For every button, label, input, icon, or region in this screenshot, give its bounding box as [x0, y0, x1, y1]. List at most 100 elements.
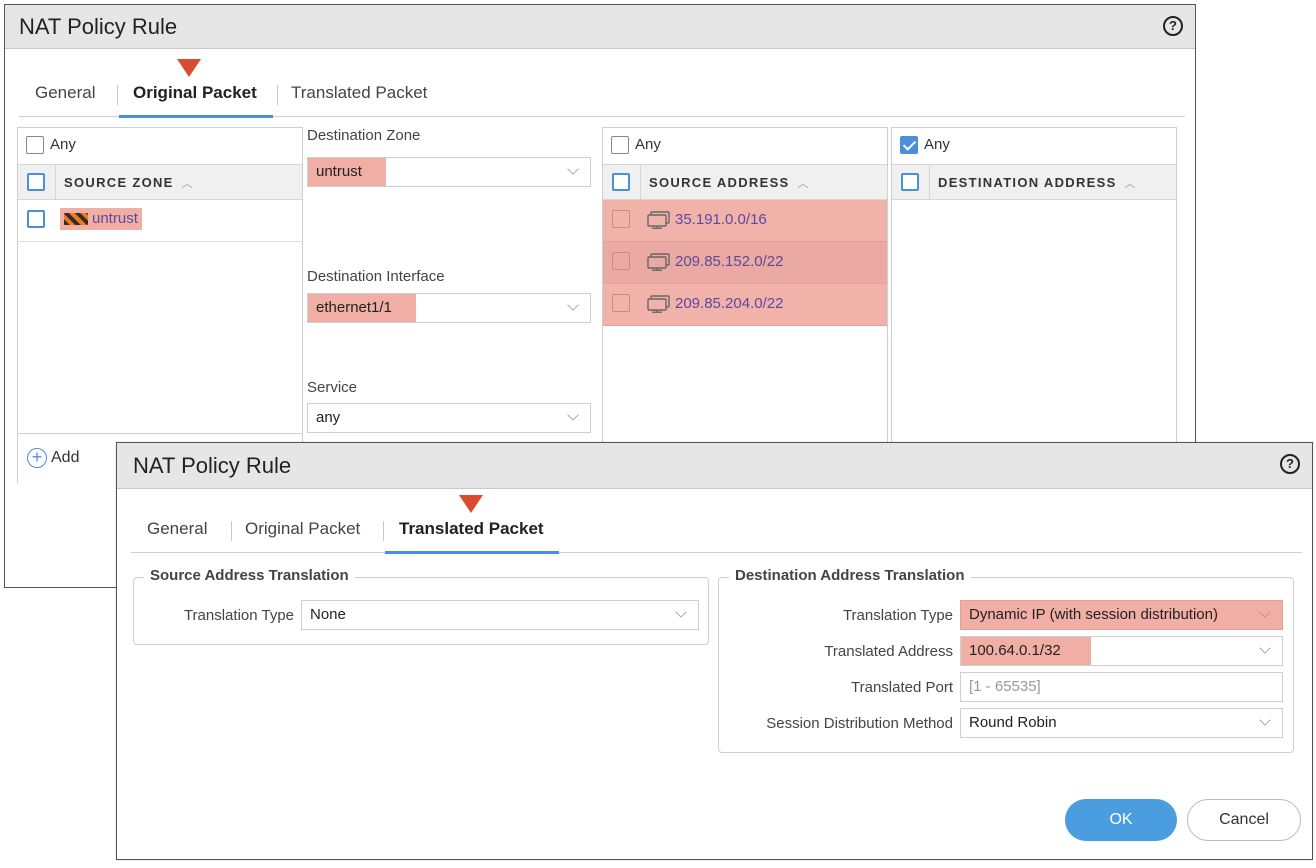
address-cell: 209.85.152.0/22: [647, 253, 783, 271]
session-distribution-method-select[interactable]: Round Robin: [960, 708, 1283, 738]
table-row[interactable]: 35.191.0.0/16: [603, 200, 887, 242]
destination-address-translation-legend: Destination Address Translation: [729, 567, 971, 584]
help-icon[interactable]: ?: [1163, 16, 1183, 36]
source-translation-type-value: None: [310, 606, 346, 623]
row-checkbox[interactable]: [612, 294, 630, 312]
zone-cell: untrust: [60, 208, 142, 230]
tab-separator: [383, 521, 384, 541]
address-link[interactable]: 209.85.152.0/22: [675, 253, 783, 270]
translated-address-select[interactable]: 100.64.0.1/32: [960, 636, 1283, 666]
network-address-icon: [647, 295, 670, 313]
active-tab-underline: [119, 115, 273, 118]
destination-address-any[interactable]: Any: [900, 136, 950, 158]
source-address-any-label: Any: [635, 136, 661, 153]
translated-port-label: Translated Port: [851, 679, 953, 696]
row-checkbox[interactable]: [27, 210, 45, 228]
cancel-button[interactable]: Cancel: [1187, 799, 1301, 841]
destination-zone-select[interactable]: untrust: [307, 157, 591, 187]
translated-address-label: Translated Address: [824, 643, 953, 660]
translated-port-input[interactable]: [1 - 65535]: [960, 672, 1283, 702]
chevron-down-icon: [675, 606, 687, 618]
sort-asc-icon[interactable]: ︿: [1125, 175, 1137, 191]
destination-address-any-label: Any: [924, 136, 950, 153]
destination-zone-value: untrust: [308, 158, 386, 186]
tab-translated-packet[interactable]: Translated Packet: [291, 83, 427, 103]
tab-general[interactable]: General: [147, 519, 207, 539]
row-checkbox[interactable]: [612, 252, 630, 270]
destination-address-any-checkbox[interactable]: [900, 136, 918, 155]
source-zone-any-checkbox[interactable]: [26, 136, 44, 155]
network-address-icon: [647, 253, 670, 271]
service-value: any: [316, 409, 341, 426]
chevron-down-icon: [567, 409, 579, 421]
tab-separator: [231, 521, 232, 541]
column-divider: [640, 165, 641, 199]
nat-policy-rule-dialog-translated: NAT Policy Rule ? General Original Packe…: [116, 442, 1313, 860]
add-label: Add: [51, 449, 80, 467]
source-translation-type-select[interactable]: None: [301, 600, 699, 630]
ok-button[interactable]: OK: [1065, 799, 1177, 841]
source-address-column-label: SOURCE ADDRESS: [649, 175, 790, 190]
destination-zone-label: Destination Zone: [307, 127, 421, 144]
source-zone-panel: Any SOURCE ZONE ︿ untrust: [17, 127, 303, 483]
source-zone-column-label: SOURCE ZONE: [64, 175, 174, 190]
source-translation-type-label: Translation Type: [183, 607, 294, 624]
destination-interface-select[interactable]: ethernet1/1: [307, 293, 591, 323]
tab-general[interactable]: General: [35, 83, 95, 103]
add-icon: +: [27, 448, 47, 468]
session-distribution-method-value: Round Robin: [969, 714, 1057, 731]
active-tab-marker: [459, 495, 483, 513]
source-address-any[interactable]: Any: [611, 136, 661, 158]
source-address-select-all-checkbox[interactable]: [612, 173, 630, 191]
source-address-header: SOURCE ADDRESS ︿: [603, 164, 887, 200]
column-divider: [929, 165, 930, 199]
source-address-translation-legend: Source Address Translation: [144, 567, 355, 584]
help-icon[interactable]: ?: [1280, 454, 1300, 474]
zone-link[interactable]: untrust: [92, 210, 138, 227]
add-button[interactable]: + Add: [27, 448, 79, 468]
source-zone-any-label: Any: [50, 136, 76, 153]
destination-translation-type-select[interactable]: Dynamic IP (with session distribution): [960, 600, 1283, 630]
active-tab-marker: [177, 59, 201, 77]
tab-translated-packet[interactable]: Translated Packet: [399, 519, 544, 539]
row-checkbox[interactable]: [612, 210, 630, 228]
address-link[interactable]: 209.85.204.0/22: [675, 295, 783, 312]
destination-address-panel: Any DESTINATION ADDRESS ︿: [891, 127, 1177, 445]
tab-separator: [117, 85, 118, 105]
chevron-down-icon: [1259, 642, 1271, 654]
sort-asc-icon[interactable]: ︿: [798, 175, 810, 191]
destination-address-header: DESTINATION ADDRESS ︿: [892, 164, 1176, 200]
source-zone-column-title[interactable]: SOURCE ZONE ︿: [64, 175, 194, 191]
table-row[interactable]: 209.85.152.0/22: [603, 242, 887, 284]
dialog-titlebar: NAT Policy Rule ?: [117, 443, 1312, 489]
tab-original-packet[interactable]: Original Packet: [245, 519, 360, 539]
source-address-panel: Any SOURCE ADDRESS ︿ 35.191.0.0/16 209.85…: [602, 127, 888, 445]
address-link[interactable]: 35.191.0.0/16: [675, 211, 767, 228]
tab-original-packet[interactable]: Original Packet: [133, 83, 257, 103]
active-tab-underline: [385, 551, 559, 554]
source-address-translation-section: Source Address Translation Translation T…: [133, 567, 709, 645]
table-row[interactable]: 209.85.204.0/22: [603, 284, 887, 326]
service-select[interactable]: any: [307, 403, 591, 433]
destination-address-translation-section: Destination Address Translation Translat…: [718, 567, 1294, 753]
column-divider: [55, 165, 56, 199]
chevron-down-icon: [567, 299, 579, 311]
table-row[interactable]: untrust: [18, 200, 302, 242]
dialog-title: NAT Policy Rule: [133, 453, 292, 478]
network-address-icon: [647, 211, 670, 229]
destination-translation-type-label: Translation Type: [842, 607, 953, 624]
source-address-any-checkbox[interactable]: [611, 136, 629, 155]
chevron-down-icon: [567, 163, 579, 175]
source-address-column-title[interactable]: SOURCE ADDRESS ︿: [649, 175, 810, 191]
translated-address-value: 100.64.0.1/32: [961, 637, 1091, 665]
destination-address-column-title[interactable]: DESTINATION ADDRESS ︿: [938, 175, 1137, 191]
tab-bar: General Original Packet Translated Packe…: [131, 513, 1302, 554]
source-zone-select-all-checkbox[interactable]: [27, 173, 45, 191]
source-zone-any[interactable]: Any: [26, 136, 76, 158]
tab-separator: [277, 85, 278, 105]
destination-address-select-all-checkbox[interactable]: [901, 173, 919, 191]
sort-asc-icon[interactable]: ︿: [182, 175, 194, 191]
address-cell: 209.85.204.0/22: [647, 295, 783, 313]
destination-interface-value: ethernet1/1: [308, 294, 416, 322]
destination-translation-type-value: Dynamic IP (with session distribution): [961, 601, 1282, 629]
